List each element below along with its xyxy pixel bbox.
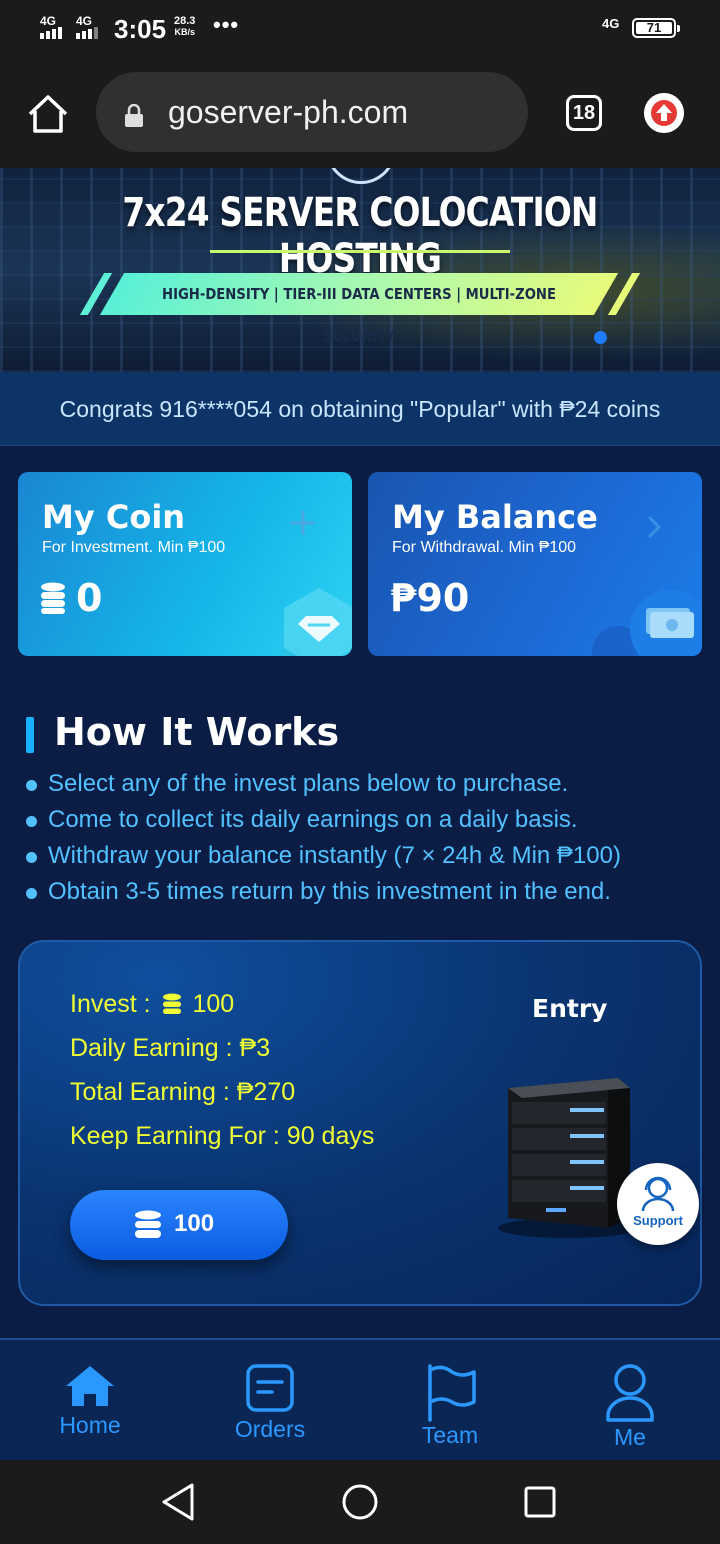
nav-home-label: Home xyxy=(59,1412,121,1438)
signal-bars-2-icon xyxy=(76,27,98,39)
hero-banner[interactable]: 7x24 SERVER COLOCATION HOSTING HIGH-DENS… xyxy=(0,168,720,372)
nav-orders-label: Orders xyxy=(234,1416,306,1442)
headset-icon xyxy=(641,1176,675,1212)
plan-invest-value: 100 xyxy=(192,990,235,1018)
signal-label-2: 4G xyxy=(76,14,93,28)
clock: 3:05 xyxy=(114,14,167,44)
coin-balance-value: 0 xyxy=(76,576,103,620)
balance-card-subtitle: For Withdrawal. Min ₱100 xyxy=(392,539,577,556)
network-speed: 28.3 KB/s xyxy=(174,16,195,38)
buy-plan-button-label: 100 xyxy=(174,1210,215,1237)
lock-icon xyxy=(125,104,143,127)
bottom-navigation: Home Orders Team Me xyxy=(0,1338,720,1460)
plan-invest: Invest : 100 xyxy=(70,990,234,1019)
plan-invest-label: Invest : xyxy=(70,990,151,1018)
nav-team-label: Team xyxy=(421,1422,479,1448)
nav-me[interactable]: Me xyxy=(540,1340,720,1462)
update-icon[interactable] xyxy=(644,93,684,133)
how-it-works-title: How It Works xyxy=(54,710,340,754)
how-it-works-item: Select any of the invest plans below to … xyxy=(26,766,716,802)
buy-plan-button[interactable]: 100 xyxy=(70,1190,288,1260)
support-button[interactable]: Support xyxy=(617,1163,699,1245)
person-icon xyxy=(606,1364,654,1422)
announcement-ticker: Congrats 916****054 on obtaining "Popula… xyxy=(0,372,720,446)
banner-divider xyxy=(210,250,510,253)
plan-total-earning: Total Earning : ₱270 xyxy=(70,1078,296,1106)
banner-title: 7x24 SERVER COLOCATION HOSTING xyxy=(122,190,598,282)
how-it-works-item: Obtain 3-5 times return by this investme… xyxy=(26,874,716,910)
tab-switcher-button[interactable]: 18 xyxy=(566,95,602,131)
plan-name: Entry xyxy=(532,994,608,1023)
carousel-indicator[interactable] xyxy=(594,331,607,344)
coin-card-subtitle: For Investment. Min ₱100 xyxy=(42,539,226,556)
support-label: Support xyxy=(633,1213,683,1228)
coin-card-title: My Coin xyxy=(42,498,186,536)
coin-icon xyxy=(162,993,181,1014)
signal-bars-1-icon xyxy=(40,27,62,39)
network-speed-value: 28.3 xyxy=(174,15,196,27)
cash-icon xyxy=(592,590,702,656)
more-notifications-icon: ••• xyxy=(213,12,240,37)
recents-icon[interactable] xyxy=(523,1485,557,1519)
system-navigation-bar xyxy=(0,1460,720,1544)
how-it-works-item: Withdraw your balance instantly (7 × 24h… xyxy=(26,838,716,874)
balance-card-title: My Balance xyxy=(392,498,598,536)
url-text: goserver-ph.com xyxy=(168,94,409,130)
battery-level: 71 xyxy=(636,21,672,34)
plan-daily-earning: Daily Earning : ₱3 xyxy=(70,1034,271,1062)
signal-label-1: 4G xyxy=(40,14,57,28)
plan-card-entry: Invest : 100 Daily Earning : ₱3 Total Ea… xyxy=(18,940,702,1306)
network-speed-unit: KB/s xyxy=(174,27,195,37)
banner-strip-text: HIGH-DENSITY | TIER-III DATA CENTERS | M… xyxy=(162,285,556,345)
banner-logo-icon xyxy=(326,168,396,184)
home-circle-icon[interactable] xyxy=(341,1483,379,1521)
balance-value: ₱90 xyxy=(390,576,470,620)
my-balance-card[interactable]: My Balance For Withdrawal. Min ₱100 ₱90 xyxy=(368,472,702,656)
how-it-works-list: Select any of the invest plans below to … xyxy=(26,766,716,910)
status-bar: 4G 4G 3:05 28.3 KB/s ••• 4G 71 xyxy=(0,0,720,60)
flag-icon xyxy=(428,1364,476,1422)
nav-home[interactable]: Home xyxy=(0,1340,180,1462)
battery-icon: 71 xyxy=(632,18,680,38)
nav-me-label: Me xyxy=(614,1424,646,1450)
browser-toolbar: goserver-ph.com 18 xyxy=(0,60,720,168)
nav-team[interactable]: Team xyxy=(360,1340,540,1462)
orders-icon xyxy=(246,1364,294,1412)
chevron-right-icon[interactable] xyxy=(644,514,664,540)
how-it-works-item: Come to collect its daily earnings on a … xyxy=(26,802,716,838)
section-accent-bar xyxy=(26,717,34,753)
my-coin-card[interactable]: My Coin For Investment. Min ₱100 0 xyxy=(18,472,352,656)
diamond-icon xyxy=(282,588,352,656)
back-icon[interactable] xyxy=(160,1482,196,1522)
network-type: 4G xyxy=(602,16,620,31)
plus-icon[interactable] xyxy=(288,508,318,538)
address-bar[interactable]: goserver-ph.com xyxy=(96,72,528,152)
browser-home-icon[interactable] xyxy=(26,92,70,136)
coin-stack-icon xyxy=(41,582,65,614)
coin-stack-icon xyxy=(135,1210,161,1238)
plan-duration: Keep Earning For : 90 days xyxy=(70,1122,375,1150)
nav-orders[interactable]: Orders xyxy=(180,1340,360,1462)
